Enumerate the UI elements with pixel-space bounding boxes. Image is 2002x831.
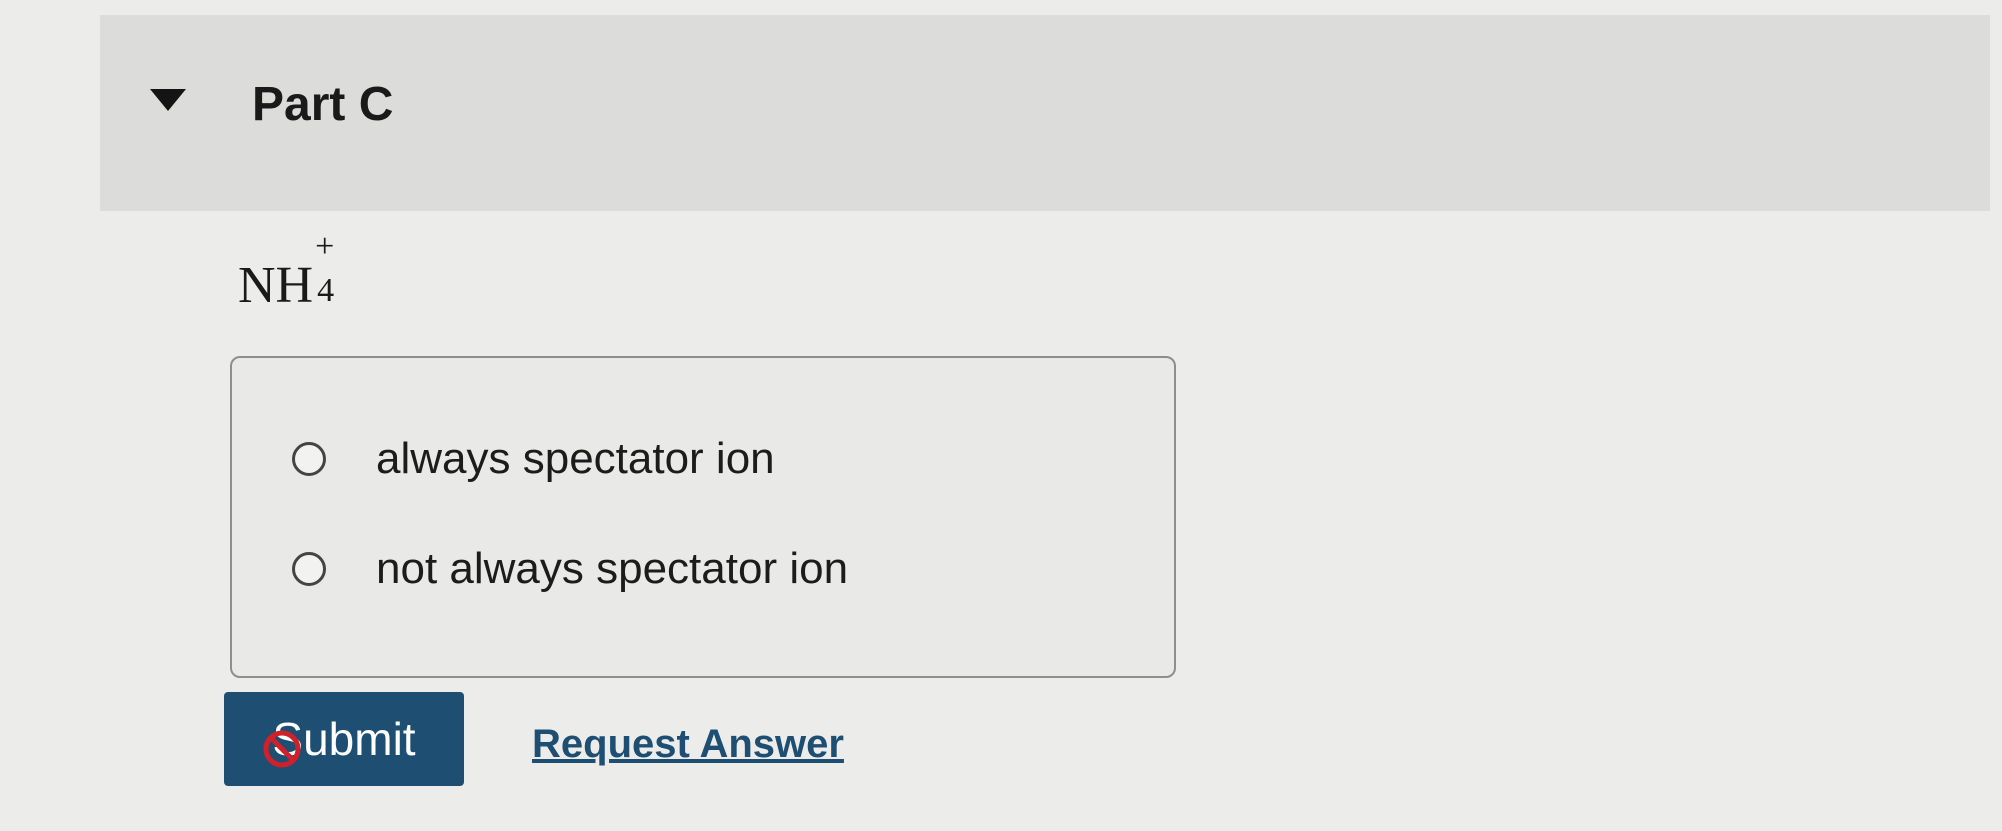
part-header[interactable]: Part C <box>100 15 1990 211</box>
part-title: Part C <box>252 78 394 131</box>
option-not-always-spectator-ion[interactable]: not always spectator ion <box>292 544 848 594</box>
answer-options-box: always spectator ion not always spectato… <box>230 356 1176 678</box>
radio-button[interactable] <box>292 552 326 586</box>
formula-base: NH <box>238 257 314 314</box>
request-answer-link[interactable]: Request Answer <box>532 722 844 767</box>
option-always-spectator-ion[interactable]: always spectator ion <box>292 434 775 484</box>
formula-superscript: + <box>315 228 335 265</box>
page: Part C NH +4 always spectator ion not alw… <box>0 0 2002 831</box>
option-label: always spectator ion <box>376 434 775 483</box>
radio-button[interactable] <box>292 442 326 476</box>
submit-button[interactable]: Submit <box>224 692 464 786</box>
not-allowed-icon <box>262 726 302 780</box>
option-label: not always spectator ion <box>376 544 849 593</box>
triangle-down-icon[interactable] <box>148 85 188 115</box>
ion-formula: NH +4 <box>238 228 343 315</box>
formula-subscript: 4 <box>317 272 335 309</box>
